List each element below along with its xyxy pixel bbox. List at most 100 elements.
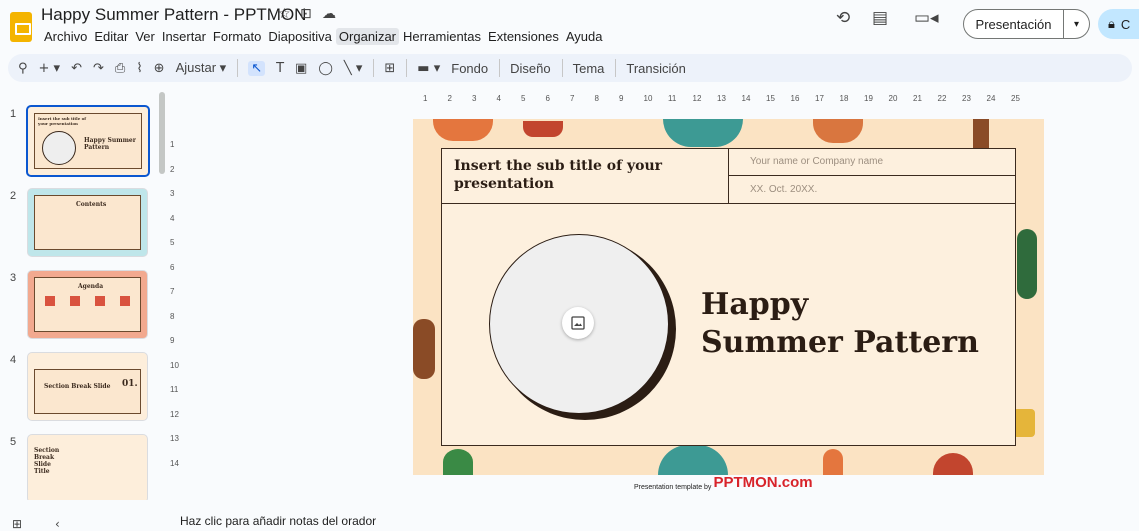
background-button[interactable]: Fondo — [451, 61, 488, 76]
ruler-tick-label: 19 — [864, 94, 873, 103]
ruler-tick-label: 2 — [170, 164, 175, 174]
ruler-tick-label: 3 — [472, 94, 477, 103]
background-color-icon[interactable]: ▬ ▾ — [417, 61, 440, 76]
transition-button[interactable]: Transición — [626, 61, 685, 76]
credit-brand-logo: PPTMON.com — [713, 474, 813, 491]
ruler-tick-label: 4 — [170, 213, 175, 223]
ruler-tick-label: 16 — [790, 94, 800, 103]
ruler-tick-label: 22 — [937, 94, 947, 103]
pattern-shape — [823, 449, 843, 475]
zoom-select[interactable]: Ajustar ▾ — [176, 60, 227, 76]
thumbnail-frame — [34, 369, 141, 414]
document-title[interactable]: Happy Summer Pattern - PPTMON — [41, 5, 306, 25]
share-button[interactable]: 🔒︎ C — [1098, 9, 1139, 39]
company-name-text[interactable]: Your name or Company name — [750, 156, 883, 167]
pattern-shape — [433, 119, 493, 141]
filmstrip-scrollbar[interactable] — [159, 92, 165, 174]
zoom-icon[interactable]: ⊕ — [154, 61, 165, 76]
menu-archivo[interactable]: Archivo — [41, 28, 90, 45]
ruler-tick-label: 5 — [521, 94, 526, 103]
speaker-notes-placeholder[interactable]: Haz clic para añadir notas del orador — [180, 514, 376, 528]
present-button[interactable]: Presentación — [963, 9, 1064, 39]
pattern-shape — [413, 319, 435, 379]
lock-icon: 🔒︎ — [1108, 16, 1115, 32]
slide-number: 4 — [10, 354, 17, 366]
slide-number: 1 — [10, 108, 17, 120]
credit-prefix: Presentation template by — [634, 484, 712, 491]
pattern-shape — [933, 453, 973, 475]
horizontal-ruler: 1 2 3 4 5 6 7 8 9 10 11 12 13 14 15 16 17 18 19 20 21 22 23 24 2… — [413, 92, 1033, 106]
menu-insertar[interactable]: Insertar — [159, 28, 209, 45]
star-icon[interactable]: ☆ — [278, 6, 291, 22]
ruler-tick-label: 10 — [643, 94, 653, 103]
thumbnail-subtitle: Insert the sub title of your presentatio… — [38, 116, 87, 126]
insert-image-icon[interactable] — [562, 307, 594, 339]
present-dropdown[interactable]: ▾ — [1064, 9, 1090, 39]
menu-herramientas[interactable]: Herramientas — [400, 28, 484, 45]
undo-icon[interactable]: ↶ — [71, 61, 82, 76]
pattern-shape — [663, 119, 743, 147]
move-folder-icon[interactable]: ⊡ — [300, 6, 312, 22]
search-icon[interactable]: ⚲ — [18, 61, 28, 76]
print-icon[interactable]: ⎙ — [115, 61, 125, 76]
toolbar-divider — [499, 59, 501, 77]
line-icon[interactable]: ╲ ▾ — [344, 61, 362, 76]
agenda-box-icon — [45, 296, 55, 306]
text-box-icon[interactable]: T — [276, 61, 284, 76]
slide-subtitle[interactable]: Insert the sub title of your presentatio… — [454, 157, 714, 193]
pattern-shape — [1017, 229, 1037, 299]
thumbnail-circle — [42, 131, 76, 165]
thumbnail-title: Contents — [76, 201, 107, 208]
ruler-tick-label: 24 — [986, 94, 996, 103]
slide-title-line-1[interactable]: Happy — [701, 287, 808, 322]
agenda-box-icon — [120, 296, 130, 306]
menu-diapositiva[interactable]: Diapositiva — [265, 28, 335, 45]
menu-extensiones[interactable]: Extensiones — [485, 28, 562, 45]
thumbnail-title: Section Break Slide — [44, 383, 111, 390]
ruler-tick-label: 13 — [717, 94, 726, 103]
video-call-icon[interactable]: ▭◂ — [914, 8, 939, 28]
paint-format-icon[interactable]: ⌇ — [136, 61, 142, 76]
theme-button[interactable]: Tema — [573, 61, 605, 76]
slide-thumbnail-4[interactable]: Section Break Slide 01. — [27, 352, 148, 421]
slide-title-line-2[interactable]: Summer Pattern — [701, 325, 979, 360]
image-icon[interactable]: ▣ — [295, 61, 307, 76]
thumbnail-title: Happy Summer Pattern — [84, 137, 136, 151]
pattern-shape — [1013, 409, 1035, 437]
new-slide-icon[interactable]: + ▾ — [39, 61, 61, 76]
slide-thumbnail-2[interactable]: Contents — [27, 188, 148, 257]
pattern-shape — [973, 119, 989, 149]
shape-icon[interactable]: ◯ — [318, 61, 333, 76]
history-icon[interactable]: ⟲ — [836, 8, 850, 28]
ruler-tick-label: 17 — [815, 94, 824, 103]
menu-formato[interactable]: Formato — [210, 28, 264, 45]
slide-thumbnail-5[interactable]: Section Break Slide Title — [27, 434, 148, 500]
menu-editar[interactable]: Editar — [91, 28, 131, 45]
ruler-tick-label: 6 — [545, 94, 550, 103]
ruler-tick-label: 23 — [962, 94, 971, 103]
menu-organizar[interactable]: Organizar — [335, 28, 399, 45]
menu-ver[interactable]: Ver — [132, 28, 158, 45]
comments-icon[interactable]: ▤ — [872, 8, 888, 28]
ruler-tick-label: 14 — [741, 94, 751, 103]
thumbnail-title: Agenda — [78, 283, 104, 290]
slides-logo-icon[interactable] — [10, 12, 32, 42]
select-cursor-icon[interactable]: ↖ — [248, 60, 266, 76]
slide-thumbnail-3[interactable]: Agenda — [27, 270, 148, 339]
menu-ayuda[interactable]: Ayuda — [563, 28, 606, 45]
layout-button[interactable]: Diseño — [510, 61, 550, 76]
zoom-label: Ajustar — [175, 60, 217, 75]
thumbnail-title: Section Break Slide Title — [34, 447, 60, 475]
toolbar-divider — [373, 59, 375, 77]
chevron-down-icon: ▾ — [1073, 18, 1080, 30]
redo-icon[interactable]: ↷ — [93, 61, 104, 76]
menu-bar: Archivo Editar Ver Insertar Formato Diap… — [41, 28, 607, 45]
slide-filmstrip: 1 Insert the sub title of your presentat… — [0, 100, 170, 500]
toolbar-divider — [406, 59, 408, 77]
slide-number: 2 — [10, 190, 17, 202]
date-text[interactable]: XX. Oct. 20XX. — [750, 184, 817, 195]
ruler-tick-label: 7 — [170, 287, 175, 296]
comment-add-icon[interactable]: ⊞ — [384, 61, 395, 76]
cloud-saved-icon[interactable]: ☁ — [322, 6, 336, 22]
slide-thumbnail-1[interactable]: Insert the sub title of your presentatio… — [26, 105, 150, 177]
